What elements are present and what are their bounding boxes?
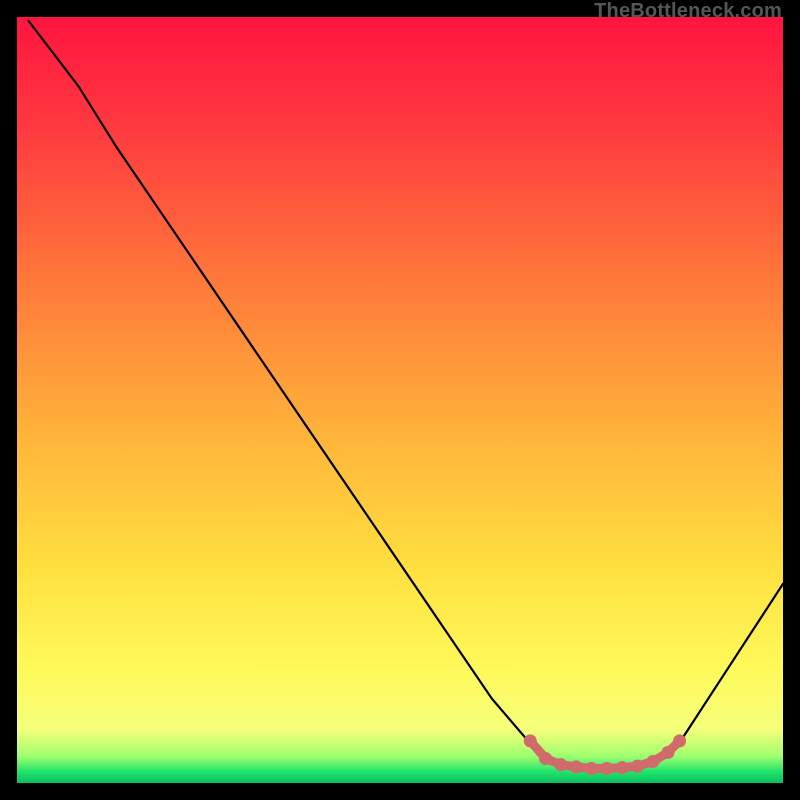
chart-svg <box>17 17 783 783</box>
plot-area <box>17 17 783 783</box>
gradient-background <box>17 17 783 783</box>
watermark-text: TheBottleneck.com <box>594 0 782 23</box>
chart-container: TheBottleneck.com <box>0 0 800 800</box>
